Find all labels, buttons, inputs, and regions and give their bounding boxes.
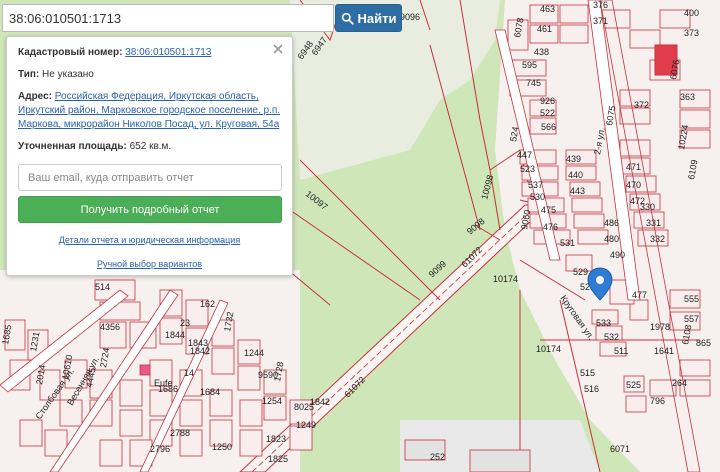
type-row: Тип: Не указано bbox=[18, 68, 281, 82]
address-link-line3[interactable]: Маркова, микрорайон Николов Посад, ул. К… bbox=[18, 119, 279, 130]
map-label: 1249 bbox=[296, 420, 316, 430]
map-label: 490 bbox=[610, 250, 625, 260]
map-label: 471 bbox=[626, 162, 641, 172]
map-label: 1254 bbox=[262, 396, 282, 406]
map-label: 514 bbox=[95, 282, 110, 292]
map-label: 9590 bbox=[258, 370, 278, 380]
map-label: 10174 bbox=[493, 274, 518, 284]
map-label: 1844 bbox=[165, 330, 185, 340]
type-value: Не указано bbox=[42, 69, 94, 80]
map-label: 463 bbox=[540, 4, 555, 14]
map-label: 2796 bbox=[150, 444, 170, 454]
map-label: 162 bbox=[200, 299, 215, 309]
area-row: Уточненная площадь: 652 кв.м. bbox=[18, 140, 281, 154]
address-label: Адрес: bbox=[18, 91, 52, 102]
map-label: 533 bbox=[596, 318, 611, 328]
map-label: 529 bbox=[573, 267, 588, 277]
cadastral-number-link[interactable]: 38:06:010501:1713 bbox=[125, 47, 211, 58]
manual-selection-link[interactable]: Ручной выбор вариантов bbox=[18, 257, 281, 271]
map-label: 477 bbox=[632, 290, 647, 300]
map-label: Eufe bbox=[154, 378, 173, 388]
map-label: 6071 bbox=[610, 444, 630, 454]
map-label: 373 bbox=[684, 28, 699, 38]
map-label: 1244 bbox=[244, 348, 264, 358]
get-report-button[interactable]: Получить подробный отчет bbox=[18, 196, 282, 223]
map-label: 486 bbox=[604, 218, 619, 228]
map-label: 23 bbox=[180, 318, 190, 328]
map-label: 531 bbox=[560, 238, 575, 248]
map-label: 14 bbox=[184, 368, 194, 378]
search-button-label: Найти bbox=[357, 10, 397, 26]
map-label: 523 bbox=[520, 164, 535, 174]
map-label: 1978 bbox=[650, 322, 670, 332]
address-link-line2[interactable]: Иркутский район, Марковское городское по… bbox=[18, 105, 280, 116]
map-label: 10174 bbox=[536, 344, 561, 354]
map-label: 2788 bbox=[170, 428, 190, 438]
close-icon[interactable] bbox=[272, 43, 284, 55]
map-label: 926 bbox=[540, 96, 555, 106]
search-bar bbox=[2, 4, 334, 32]
map-label: 371 bbox=[593, 16, 608, 26]
map-label: 1842 bbox=[310, 397, 330, 407]
map-label: 537 bbox=[528, 180, 543, 190]
map-label: 443 bbox=[570, 186, 585, 196]
map-label: 4356 bbox=[100, 322, 120, 332]
search-input[interactable] bbox=[9, 10, 333, 26]
map-label: 475 bbox=[541, 205, 556, 215]
map-label: 1250 bbox=[212, 442, 232, 452]
map-label: 9096 bbox=[400, 12, 420, 22]
type-label: Тип: bbox=[18, 69, 40, 80]
map-label: 595 bbox=[522, 60, 537, 70]
map-label: 480 bbox=[604, 234, 619, 244]
map-label: 252 bbox=[430, 452, 445, 462]
map-label: 525 bbox=[626, 380, 641, 390]
map-label: 555 bbox=[684, 294, 699, 304]
map-label: 515 bbox=[580, 368, 595, 378]
map-label: 476 bbox=[543, 222, 558, 232]
map-label: 796 bbox=[650, 396, 665, 406]
cadastral-row: Кадастровый номер: 38:06:010501:1713 bbox=[18, 46, 281, 60]
map-label: 376 bbox=[593, 0, 608, 10]
map-label: 400 bbox=[684, 8, 699, 18]
cadastral-label: Кадастровый номер: bbox=[18, 47, 123, 58]
address-row: Адрес: Российская Федерация, Иркутская о… bbox=[18, 90, 281, 132]
map-label: 264 bbox=[672, 378, 687, 388]
map-label: 472 bbox=[630, 196, 645, 206]
map-label: 363 bbox=[680, 92, 695, 102]
map-label: 470 bbox=[626, 180, 641, 190]
map-label: 745 bbox=[526, 78, 541, 88]
map-label: 566 bbox=[541, 122, 556, 132]
map-label: 865 bbox=[696, 338, 711, 348]
map-label: 331 bbox=[646, 218, 661, 228]
map-label: 516 bbox=[584, 384, 599, 394]
map-label: 1641 bbox=[654, 346, 674, 356]
map-label: 461 bbox=[537, 24, 552, 34]
report-details-link[interactable]: Детали отчета и юридическая информация bbox=[18, 233, 281, 247]
map-label: 372 bbox=[634, 100, 649, 110]
search-icon bbox=[341, 12, 354, 25]
email-field[interactable] bbox=[18, 164, 282, 191]
search-button[interactable]: Найти bbox=[335, 4, 402, 32]
map-label: 1842 bbox=[190, 346, 210, 356]
map-label: 511 bbox=[614, 346, 628, 356]
map-label: 1825 bbox=[268, 454, 288, 464]
area-value: 652 кв.м. bbox=[129, 141, 172, 152]
map-label: 557 bbox=[684, 314, 699, 324]
map-label: 439 bbox=[566, 154, 581, 164]
map-label: 447 bbox=[517, 150, 532, 160]
map-label: 530 bbox=[530, 192, 545, 202]
area-label: Уточненная площадь: bbox=[18, 141, 127, 152]
map-label: 1823 bbox=[266, 434, 286, 444]
map-label: 532 bbox=[604, 332, 619, 342]
map-label: 522 bbox=[540, 108, 555, 118]
map-label: 438 bbox=[534, 47, 549, 57]
address-link-line1[interactable]: Российская Федерация, Иркутская область, bbox=[55, 91, 259, 102]
parcel-info-panel: Кадастровый номер: 38:06:010501:1713 Тип… bbox=[6, 36, 293, 276]
map-label: 332 bbox=[650, 234, 665, 244]
map-label: 1684 bbox=[200, 387, 220, 397]
map-label: 440 bbox=[568, 170, 583, 180]
